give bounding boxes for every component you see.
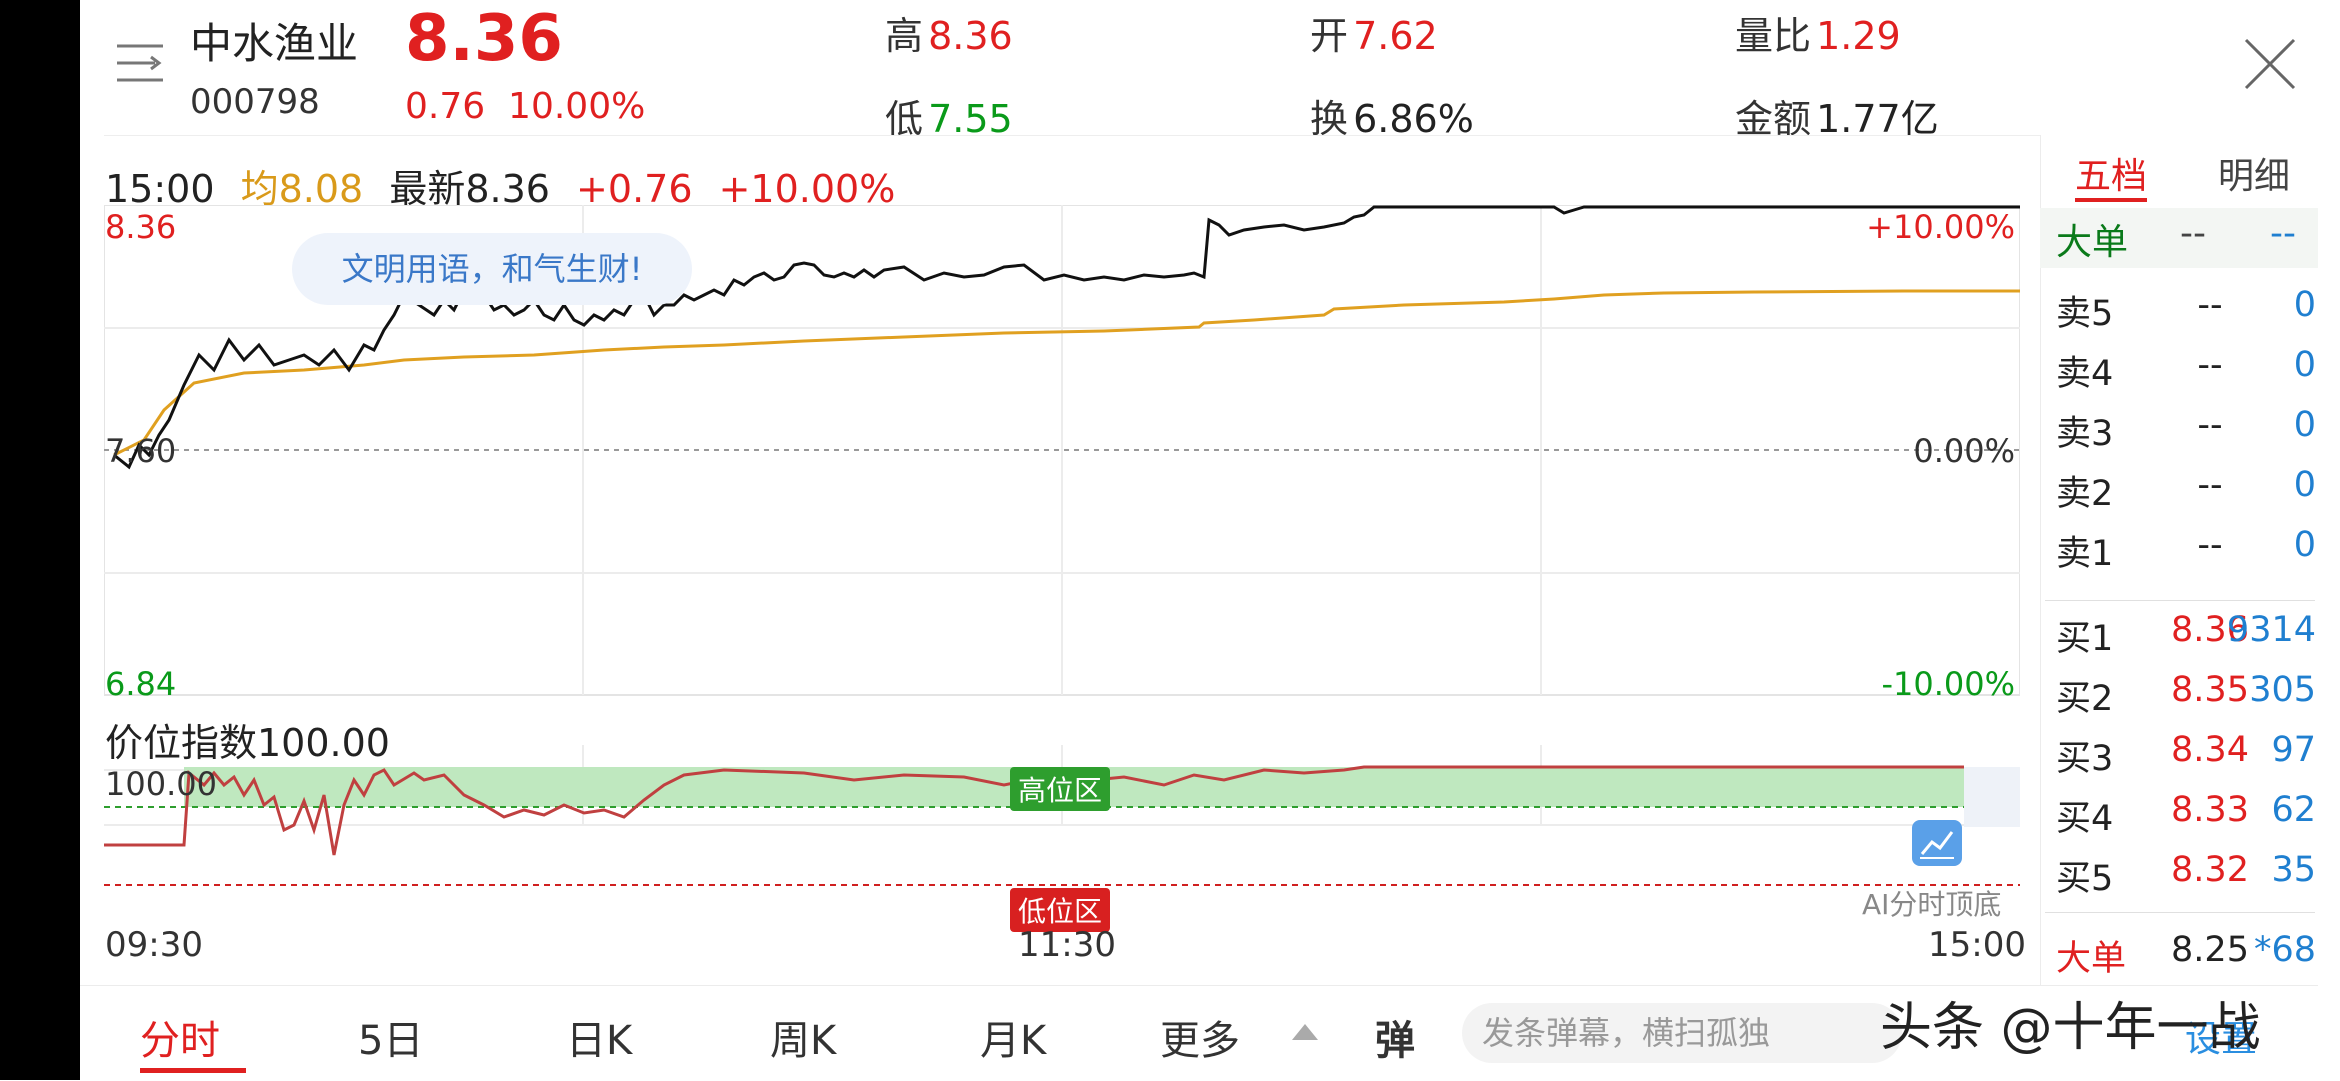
pct-axis-top: +10.00% <box>1866 208 2015 246</box>
bottom-big-vol: *68 <box>2253 930 2316 970</box>
header-divider <box>104 135 2040 136</box>
ask-row[interactable]: 卖5 -- 0 <box>2040 285 2320 341</box>
watermark: 头条 @十年一战 <box>1880 998 2261 1058</box>
ask-price: -- <box>2197 405 2223 445</box>
ask-vol: 0 <box>2293 465 2316 505</box>
book-divider <box>2045 600 2315 601</box>
bottom-big-price: 8.25 <box>2171 930 2249 970</box>
danmu-toggle[interactable]: 弹 <box>1375 1008 1415 1066</box>
bid-row[interactable]: 买4 8.33 62 <box>2040 790 2320 846</box>
tab-five-levels[interactable]: 五档 <box>2075 147 2147 199</box>
ask-label: 卖1 <box>2056 534 2114 574</box>
avg-price-line <box>113 289 2020 457</box>
ask-price: -- <box>2197 525 2223 565</box>
close-icon[interactable] <box>2242 36 2298 92</box>
tab-5day[interactable]: 5日 <box>358 1008 423 1066</box>
stat-value: 8.36 <box>928 14 1013 58</box>
big-order-label: 大单 <box>2056 222 2129 263</box>
book-divider <box>2045 912 2315 913</box>
ask-vol: 0 <box>2293 285 2316 325</box>
tab-more[interactable]: 更多 <box>1160 1008 1240 1066</box>
y-axis-top: 8.36 <box>105 208 177 246</box>
bid-price: 8.33 <box>2171 790 2249 830</box>
ask-price: -- <box>2197 345 2223 385</box>
bid-label: 买1 <box>2056 619 2114 659</box>
pct-axis-bottom: -10.00% <box>1881 665 2015 703</box>
chat-bubble[interactable]: 文明用语，和气生财! <box>292 233 692 305</box>
bid-row[interactable]: 买2 8.35 305 <box>2040 670 2320 726</box>
bid-vol: 35 <box>2271 850 2316 890</box>
stat-vol-ratio: 量比 1.29 <box>1735 5 1901 60</box>
bid-label: 买2 <box>2056 679 2114 719</box>
bid-vol: 9314 <box>2226 610 2316 650</box>
expand-up-icon[interactable] <box>1290 1020 1320 1044</box>
stat-label: 量比 <box>1735 14 1812 58</box>
danmu-input[interactable]: 发条弹幕，横扫孤独 <box>1462 1003 1902 1063</box>
bid-label: 买3 <box>2056 739 2114 779</box>
pct-axis-mid: 0.00% <box>1913 432 2015 470</box>
ask-vol: 0 <box>2293 405 2316 445</box>
bid-price: 8.32 <box>2171 850 2249 890</box>
tab-weekly-k[interactable]: 周K <box>770 1008 836 1066</box>
bid-row[interactable]: 买5 8.32 35 <box>2040 850 2320 906</box>
current-price: 8.36 <box>405 2 563 76</box>
price-index-title: 价位指数100.00 <box>105 721 390 765</box>
change-value: 0.76 <box>405 86 486 127</box>
index-level-100: 100.00 <box>105 765 217 803</box>
big-order-price: -- <box>2180 213 2206 254</box>
stock-name: 中水渔业 <box>190 19 359 68</box>
ask-row[interactable]: 卖3 -- 0 <box>2040 405 2320 461</box>
ask-label: 卖4 <box>2056 354 2114 394</box>
tab-details[interactable]: 明细 <box>2218 147 2290 199</box>
bottom-big-order-row[interactable]: 大单 8.25 *68 <box>2040 930 2320 986</box>
ask-label: 卖5 <box>2056 294 2114 334</box>
bid-vol: 62 <box>2271 790 2316 830</box>
bid-label: 买5 <box>2056 859 2114 899</box>
bid-label: 买4 <box>2056 799 2114 839</box>
ask-price: -- <box>2197 285 2223 325</box>
ask-label: 卖2 <box>2056 474 2114 514</box>
ai-top-bottom-label[interactable]: AI分时顶底 <box>1862 883 2001 923</box>
x-axis-end: 15:00 <box>1928 925 2026 965</box>
bid-price: 8.34 <box>2171 730 2249 770</box>
ask-row[interactable]: 卖1 -- 0 <box>2040 525 2320 581</box>
stat-label: 高 <box>885 14 924 58</box>
bid-row[interactable]: 买1 8.36 9314 <box>2040 610 2320 666</box>
menu-icon[interactable] <box>115 40 165 86</box>
bottom-big-label: 大单 <box>2056 939 2127 979</box>
ask-vol: 0 <box>2293 345 2316 385</box>
ai-panel-bg <box>1964 767 2020 827</box>
price-change: 0.76 10.00% <box>405 86 645 127</box>
change-pct: 10.00% <box>508 86 646 127</box>
tab-monthly-k[interactable]: 月K <box>980 1008 1046 1066</box>
x-axis-start: 09:30 <box>105 925 203 965</box>
stat-open: 开 7.62 <box>1310 5 1438 60</box>
tab-intraday[interactable]: 分时 <box>140 1008 220 1066</box>
ai-chart-icon[interactable] <box>1912 820 1962 866</box>
stat-high: 高 8.36 <box>885 5 1013 60</box>
y-axis-bottom: 6.84 <box>105 665 177 703</box>
bottom-tab-indicator <box>140 1068 246 1073</box>
tab-daily-k[interactable]: 日K <box>566 1008 632 1066</box>
intraday-chart[interactable] <box>104 205 2020 925</box>
ask-vol: 0 <box>2293 525 2316 565</box>
stat-label: 开 <box>1310 14 1349 58</box>
tab-active-indicator <box>2075 198 2147 202</box>
stat-value: 1.29 <box>1816 14 1901 58</box>
ask-row[interactable]: 卖2 -- 0 <box>2040 465 2320 521</box>
stock-code: 000798 <box>190 82 320 122</box>
big-order-vol: -- <box>2270 213 2296 254</box>
bid-price: 8.35 <box>2171 670 2249 710</box>
left-black-bar <box>0 0 80 1080</box>
y-axis-mid: 7.60 <box>105 432 177 470</box>
bid-vol: 305 <box>2249 670 2316 710</box>
ask-price: -- <box>2197 465 2223 505</box>
ask-label: 卖3 <box>2056 414 2114 454</box>
bid-vol: 97 <box>2271 730 2316 770</box>
stat-value: 7.62 <box>1353 14 1438 58</box>
ask-row[interactable]: 卖4 -- 0 <box>2040 345 2320 401</box>
bid-row[interactable]: 买3 8.34 97 <box>2040 730 2320 786</box>
x-axis-mid: 11:30 <box>1018 925 1116 965</box>
high-zone-tag: 高位区 <box>1010 767 1111 811</box>
